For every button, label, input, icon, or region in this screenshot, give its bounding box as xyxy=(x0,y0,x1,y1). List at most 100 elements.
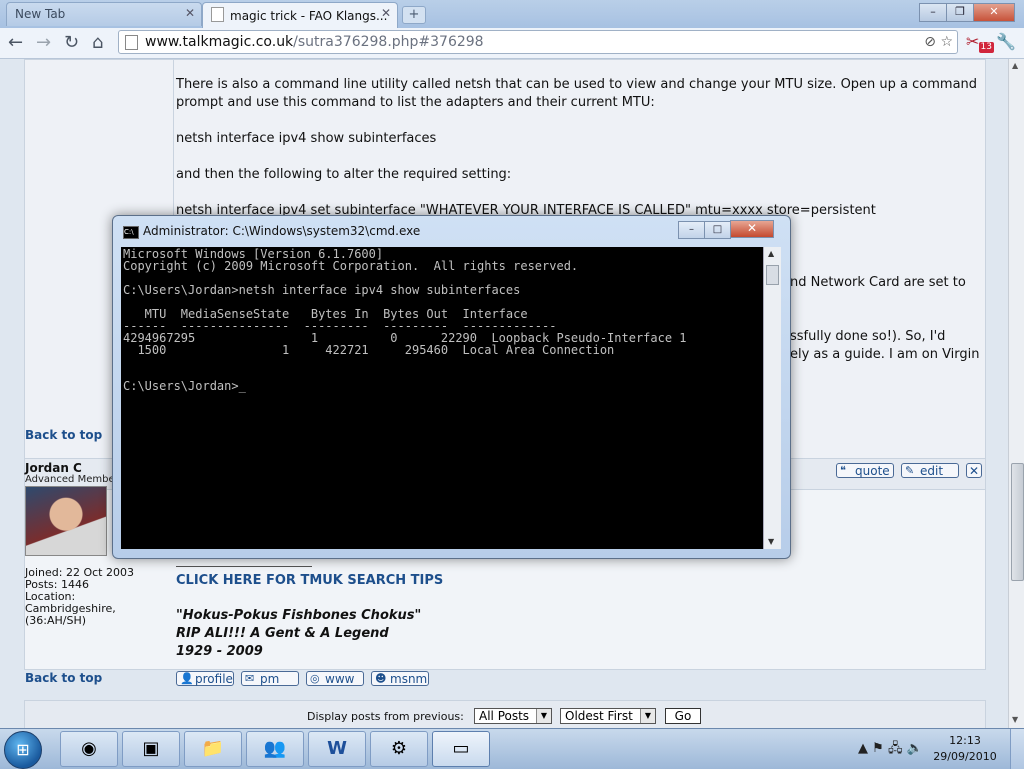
profile-icon: 👤 xyxy=(180,672,194,685)
msn-icon: ☻ xyxy=(375,672,387,685)
tab-label: New Tab xyxy=(15,7,66,21)
select-value: All Posts xyxy=(479,709,530,723)
username[interactable]: Jordan C xyxy=(25,461,82,475)
go-button[interactable]: Go xyxy=(665,708,701,724)
explorer-taskbar-icon[interactable]: ▣ xyxy=(122,731,180,767)
taskbar: ⊞ ◉ ▣ 📁 👥 W ⚙ ▭ ▲ ⚑ 🖧 🔈 12:13 29/09/2010 xyxy=(0,728,1024,769)
button-label: www xyxy=(325,672,355,686)
control-panel-taskbar-icon[interactable]: ⚙ xyxy=(370,731,428,767)
extension-icon[interactable]: ✂ xyxy=(966,32,979,51)
chevron-down-icon: ▼ xyxy=(536,709,551,723)
display-label: Display posts from previous: xyxy=(307,710,464,723)
close-icon[interactable]: ✕ xyxy=(185,6,195,20)
messenger-taskbar-icon[interactable]: 👥 xyxy=(246,731,304,767)
volume-icon[interactable]: 🔈 xyxy=(907,741,923,756)
chrome-taskbar-icon[interactable]: ◉ xyxy=(60,731,118,767)
url-path: /sutra376298.php#376298 xyxy=(293,34,484,50)
console-scrollbar[interactable]: ▲ ▼ xyxy=(763,247,781,549)
msnm-button[interactable]: ☻ msnm xyxy=(371,671,429,686)
console-text: Microsoft Windows [Version 6.1.7600] Cop… xyxy=(123,247,687,393)
signature-line: "Hokus-Pokus Fishbones Chokus" xyxy=(176,608,422,623)
clock-date: 29/09/2010 xyxy=(933,750,997,763)
start-button[interactable]: ⊞ xyxy=(4,731,42,769)
flag-icon[interactable]: ⚑ xyxy=(872,741,884,756)
tab-new-tab[interactable]: New Tab ✕ xyxy=(6,2,202,26)
quote-button[interactable]: ❝ quote xyxy=(836,463,894,478)
close-window-icon[interactable]: ✕ xyxy=(730,220,774,238)
url-host: www.talkmagic.co.uk xyxy=(145,34,294,50)
delete-icon: ✕ xyxy=(968,464,980,478)
bookmark-star-icon[interactable]: ☆ xyxy=(940,34,953,50)
delete-button[interactable]: ✕ xyxy=(966,463,982,478)
chevron-down-icon: ▼ xyxy=(640,709,655,723)
text-fragment: nd Network Card are set to xyxy=(790,275,966,290)
word-taskbar-icon[interactable]: W xyxy=(308,731,366,767)
text-fragment: ssfully done so!). So, I'd xyxy=(790,329,946,344)
show-desktop-button[interactable] xyxy=(1010,729,1024,769)
close-window-icon[interactable]: ✕ xyxy=(973,3,1015,22)
location-extra: (36:AH/SH) xyxy=(25,614,87,627)
maximize-icon[interactable]: □ xyxy=(704,221,731,239)
command-text: netsh interface ipv4 show subinterfaces xyxy=(176,131,437,146)
system-tray: ▲ ⚑ 🖧 🔈 xyxy=(858,739,923,761)
cookie-blocked-icon[interactable]: ⊘ xyxy=(924,34,936,50)
pm-button[interactable]: ✉ pm xyxy=(241,671,299,686)
wrench-icon[interactable]: 🔧 xyxy=(996,32,1016,51)
clock[interactable]: 12:13 29/09/2010 xyxy=(930,733,1000,765)
address-bar-icons: ⊘ ☆ xyxy=(924,31,953,53)
scroll-up-icon[interactable]: ▲ xyxy=(768,249,774,258)
tab-magic-trick[interactable]: magic trick - FAO Klangs... ✕ xyxy=(202,2,398,29)
edit-icon: ✎ xyxy=(905,464,915,477)
www-button[interactable]: ◎ www xyxy=(306,671,364,686)
button-label: pm xyxy=(260,672,280,686)
user-rank: Advanced Member xyxy=(25,474,115,485)
scroll-up-icon[interactable]: ▲ xyxy=(1012,61,1018,70)
new-tab-button[interactable]: + xyxy=(402,6,426,24)
button-label: edit xyxy=(920,464,944,478)
tab-strip: New Tab ✕ magic trick - FAO Klangs... ✕ … xyxy=(0,0,1024,29)
clock-time: 12:13 xyxy=(949,734,981,747)
scroll-thumb[interactable] xyxy=(1011,463,1024,581)
order-select[interactable]: Oldest First ▼ xyxy=(560,708,656,724)
scroll-down-icon[interactable]: ▼ xyxy=(768,537,774,546)
cmd-title: Administrator: C:\Windows\system32\cmd.e… xyxy=(143,224,421,238)
scroll-down-icon[interactable]: ▼ xyxy=(1012,715,1018,724)
search-tips-link[interactable]: CLICK HERE FOR TMUK SEARCH TIPS xyxy=(176,573,443,588)
page-scrollbar[interactable]: ▲ ▼ xyxy=(1008,59,1024,728)
cmd-window-controls: – □ ✕ xyxy=(678,217,774,239)
page-icon xyxy=(211,7,224,22)
address-bar[interactable]: www.talkmagic.co.uk/sutra376298.php#3762… xyxy=(118,30,958,54)
back-arrow-icon[interactable]: ← xyxy=(8,32,23,53)
close-icon[interactable]: ✕ xyxy=(381,6,391,20)
edit-button[interactable]: ✎ edit xyxy=(901,463,959,478)
select-value: Oldest First xyxy=(565,709,633,723)
extension-badge: 13 xyxy=(978,42,994,53)
button-label: profile xyxy=(195,672,233,686)
browser-toolbar: ← → ↻ ⌂ www.talkmagic.co.uk/sutra376298.… xyxy=(0,28,1024,59)
minimize-icon[interactable]: – xyxy=(678,221,705,239)
network-icon[interactable]: 🖧 xyxy=(888,741,903,756)
console-output[interactable]: Microsoft Windows [Version 6.1.7600] Cop… xyxy=(121,247,763,549)
chevron-up-icon[interactable]: ▲ xyxy=(858,741,868,756)
post-paragraph: and then the following to alter the requ… xyxy=(176,167,512,182)
scroll-thumb[interactable] xyxy=(766,265,779,285)
tab-label: magic trick - FAO Klangs... xyxy=(230,9,388,23)
text-line: prompt and use this command to list the … xyxy=(176,95,655,110)
avatar xyxy=(25,486,107,556)
signature-divider xyxy=(176,566,312,567)
home-icon[interactable]: ⌂ xyxy=(92,32,103,53)
minimize-icon[interactable]: – xyxy=(919,3,947,22)
signature-line: 1929 - 2009 xyxy=(176,644,263,659)
button-label: msnm xyxy=(390,672,428,686)
back-to-top-link[interactable]: Back to top xyxy=(25,428,102,442)
back-to-top-link[interactable]: Back to top xyxy=(25,671,102,685)
profile-button[interactable]: 👤 profile xyxy=(176,671,234,686)
forward-arrow-icon[interactable]: → xyxy=(36,32,51,53)
maximize-icon[interactable]: ❐ xyxy=(946,3,974,22)
cmd-taskbar-icon[interactable]: ▭ xyxy=(432,731,490,767)
folder-taskbar-icon[interactable]: 📁 xyxy=(184,731,242,767)
period-select[interactable]: All Posts ▼ xyxy=(474,708,552,724)
user-info: Joined: 22 Oct 2003 Posts: 1446 Location… xyxy=(25,567,134,627)
cmd-window[interactable]: C:\ Administrator: C:\Windows\system32\c… xyxy=(112,215,791,559)
reload-icon[interactable]: ↻ xyxy=(64,32,79,53)
